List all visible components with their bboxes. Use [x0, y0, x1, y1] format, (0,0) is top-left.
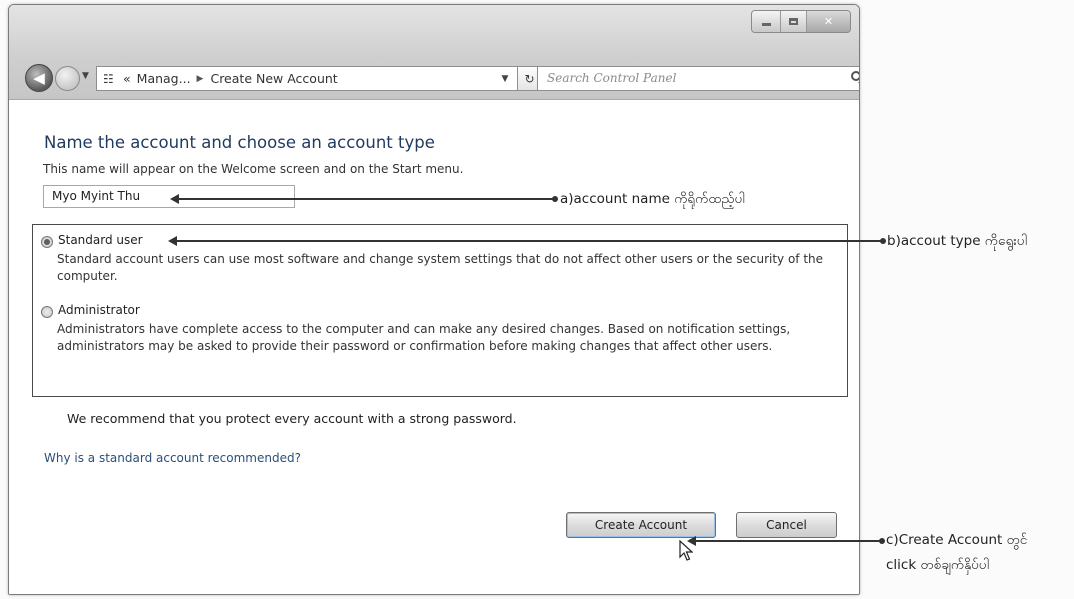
- title-bar: ✕ ◀ ▼ ☷ « Manag... ▶ Create New Account …: [9, 5, 859, 100]
- address-dropdown-icon[interactable]: ▼: [493, 67, 517, 90]
- refresh-icon: ↻: [524, 71, 535, 86]
- standard-user-radio[interactable]: [41, 236, 53, 248]
- minimize-button[interactable]: [752, 11, 780, 32]
- annotation-c-line: [695, 540, 882, 542]
- annotation-c-dot: [879, 538, 885, 544]
- caption-buttons: ✕: [751, 10, 851, 33]
- breadcrumb-overflow[interactable]: «: [123, 71, 131, 86]
- close-button[interactable]: ✕: [806, 11, 850, 32]
- breadcrumb-create-account[interactable]: Create New Account: [210, 71, 337, 86]
- users-icon: ☷: [103, 71, 114, 86]
- administrator-label[interactable]: Administrator: [58, 303, 140, 317]
- search-placeholder: Search Control Panel: [547, 71, 677, 85]
- maximize-button[interactable]: [780, 11, 806, 32]
- back-arrow-icon: ◀: [33, 69, 45, 87]
- why-standard-account-link[interactable]: Why is a standard account recommended?: [44, 451, 301, 465]
- page-subtext: This name will appear on the Welcome scr…: [43, 162, 464, 176]
- search-icon[interactable]: [851, 71, 859, 81]
- back-button[interactable]: ◀: [25, 64, 53, 92]
- annotation-b-dot: [880, 238, 886, 244]
- annotation-b-line: [176, 240, 883, 242]
- annotation-a-dot: [552, 196, 558, 202]
- close-icon: ✕: [823, 15, 834, 28]
- address-bar[interactable]: ☷ « Manag... ▶ Create New Account ▼: [96, 66, 518, 91]
- forward-button[interactable]: [55, 66, 80, 91]
- administrator-radio[interactable]: [41, 306, 53, 318]
- administrator-description: Administrators have complete access to t…: [57, 322, 791, 353]
- breadcrumb-separator-icon[interactable]: ▶: [197, 74, 204, 84]
- recent-pages-dropdown-icon[interactable]: ▼: [82, 71, 89, 81]
- account-type-group: Standard user Standard account users can…: [32, 224, 848, 397]
- annotation-b-text: b)accout type ကိုရွေးပါ: [887, 233, 1027, 249]
- annotation-a-text: a)account name ကိုရိုက်ထည့်ပါ: [560, 191, 745, 207]
- create-account-button[interactable]: Create Account: [566, 512, 716, 538]
- standard-user-description: Standard account users can use most soft…: [57, 252, 824, 283]
- annotation-c-text-line1: c)Create Account တွင်: [886, 532, 1028, 548]
- page-title: Name the account and choose an account t…: [44, 133, 435, 152]
- standard-user-label[interactable]: Standard user: [58, 233, 143, 247]
- cancel-button[interactable]: Cancel: [736, 512, 837, 538]
- annotation-a-line: [178, 198, 555, 200]
- breadcrumb-manage[interactable]: Manag...: [137, 71, 191, 86]
- search-input[interactable]: Search Control Panel: [537, 66, 859, 91]
- annotation-c-text-line2: click တစ်ချက်နှိပ်ပါ: [886, 557, 989, 573]
- account-name-input[interactable]: Myo Myint Thu: [43, 185, 295, 208]
- maximize-icon: [789, 18, 798, 25]
- password-recommendation: We recommend that you protect every acco…: [67, 411, 517, 426]
- content-area: Name the account and choose an account t…: [9, 100, 859, 594]
- minimize-icon: [761, 23, 771, 26]
- create-account-window: ✕ ◀ ▼ ☷ « Manag... ▶ Create New Account …: [8, 4, 860, 595]
